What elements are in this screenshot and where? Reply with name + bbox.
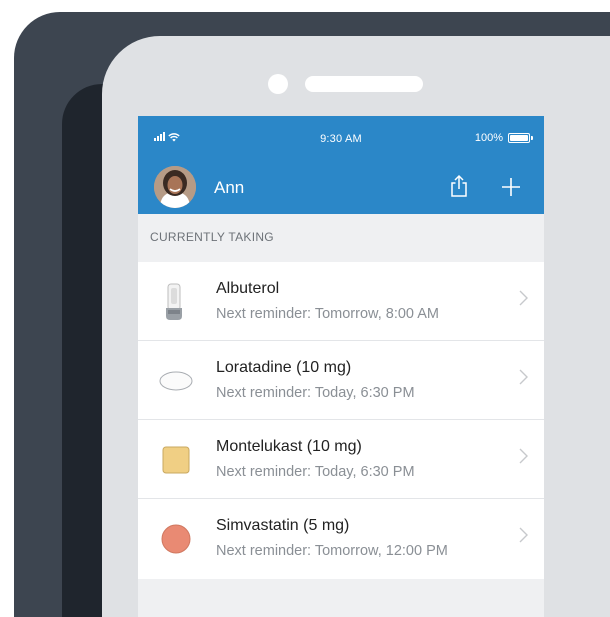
list-item[interactable]: Montelukast (10 mg) Next reminder: Today… <box>138 420 544 499</box>
avatar-image <box>154 166 196 208</box>
medication-name: Albuterol <box>216 280 280 297</box>
list-item[interactable]: Albuterol Next reminder: Tomorrow, 8:00 … <box>138 262 544 341</box>
medication-name: Montelukast (10 mg) <box>216 438 362 455</box>
nav-header: 9:30 AM 100% Ann <box>138 116 544 214</box>
chevron-right-icon <box>519 369 528 385</box>
square-pill-icon <box>162 446 190 474</box>
avatar[interactable] <box>154 166 196 208</box>
chevron-right-icon <box>519 290 528 306</box>
status-bar: 9:30 AM 100% <box>138 116 544 158</box>
list-item[interactable]: Loratadine (10 mg) Next reminder: Today,… <box>138 341 544 420</box>
add-icon[interactable] <box>500 176 522 198</box>
list-item[interactable]: Simvastatin (5 mg) Next reminder: Tomorr… <box>138 499 544 579</box>
phone-speaker <box>305 76 423 92</box>
round-pill-icon <box>161 524 191 554</box>
share-icon[interactable] <box>448 174 470 198</box>
battery-icon <box>508 133 533 143</box>
oval-pill-icon <box>159 371 193 391</box>
medication-reminder: Next reminder: Today, 6:30 PM <box>216 464 415 480</box>
phone-screen: 9:30 AM 100% Ann CURRENTLY TAKING Albute… <box>138 116 544 617</box>
chevron-right-icon <box>519 448 528 464</box>
medication-reminder: Next reminder: Today, 6:30 PM <box>216 385 415 401</box>
section-title: CURRENTLY TAKING <box>150 230 274 244</box>
chevron-right-icon <box>519 527 528 543</box>
medication-reminder: Next reminder: Tomorrow, 8:00 AM <box>216 306 439 322</box>
battery-percent: 100% <box>474 132 503 144</box>
inhaler-icon <box>166 283 182 320</box>
phone-camera <box>268 74 288 94</box>
user-name: Ann <box>214 178 245 197</box>
medication-name: Loratadine (10 mg) <box>216 359 352 376</box>
medication-list: Albuterol Next reminder: Tomorrow, 8:00 … <box>138 262 544 579</box>
medication-name: Simvastatin (5 mg) <box>216 517 350 534</box>
battery-indicator: 100% <box>474 132 533 144</box>
medication-reminder: Next reminder: Tomorrow, 12:00 PM <box>216 543 448 559</box>
